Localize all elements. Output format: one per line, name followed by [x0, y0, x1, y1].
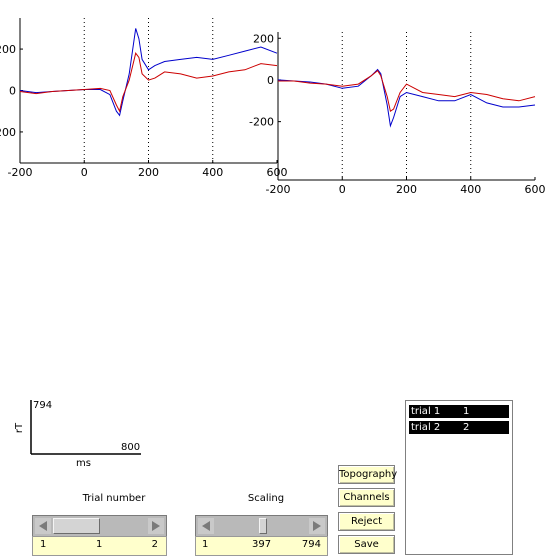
trial-label: trial 2 [411, 422, 441, 433]
y-tick-label: -200 [249, 116, 274, 129]
trial-listbox[interactable]: trial 1 1 trial 2 2 [405, 400, 513, 555]
trial-slider-thumb[interactable] [53, 518, 100, 534]
x-tick-label: 400 [202, 166, 223, 179]
scale-x-value: 800 [121, 442, 141, 453]
scaling-slider-thumb[interactable] [258, 518, 267, 534]
scale-legend: 794 rT 800 ms [14, 400, 142, 469]
trial-slider-value: 1 [96, 539, 103, 550]
y-tick-label: 0 [267, 74, 274, 87]
y-tick-label: 200 [253, 32, 274, 45]
scaling-slider-value: 397 [252, 539, 272, 550]
trial-slider-max: 2 [151, 539, 158, 550]
x-tick-label: 200 [396, 183, 417, 196]
reject-button[interactable]: Reject [338, 512, 395, 531]
trial-slider-values: 1 1 2 [32, 536, 167, 556]
scale-y-value: 794 [33, 400, 53, 411]
scaling-slider[interactable] [195, 515, 328, 537]
x-tick-label: 0 [81, 166, 88, 179]
channels-button[interactable]: Channels [338, 488, 395, 507]
scaling-slider-title: Scaling [247, 493, 285, 504]
slider-right-arrow-icon[interactable] [309, 518, 325, 534]
x-tick-label: 0 [339, 183, 346, 196]
trial-label: trial 1 [411, 406, 441, 417]
scaling-slider-min: 1 [202, 539, 209, 550]
x-tick-label: 600 [267, 166, 288, 179]
scale-x-unit: ms [76, 458, 91, 469]
slider-left-arrow-icon[interactable] [198, 518, 214, 534]
x-tick-label: -200 [8, 166, 33, 179]
y-tick-label: -200 [0, 126, 16, 139]
slider-right-arrow-icon[interactable] [148, 518, 164, 534]
list-item[interactable]: trial 1 1 [409, 405, 509, 418]
x-tick-label: 400 [460, 183, 481, 196]
list-item[interactable]: trial 2 2 [409, 421, 509, 434]
x-tick-label: 200 [138, 166, 159, 179]
scaling-slider-max: 794 [301, 539, 321, 550]
topography-button[interactable]: Topography [338, 465, 397, 484]
trial-number: 1 [463, 406, 470, 417]
trial-slider-title: Trial number [82, 493, 146, 504]
scale-y-unit: rT [14, 422, 26, 434]
x-tick-label: 600 [525, 183, 546, 196]
trial-slider-min: 1 [40, 539, 47, 550]
scaling-slider-values: 1 397 794 [195, 536, 328, 556]
y-tick-label: 200 [0, 43, 16, 56]
y-tick-label: 0 [9, 85, 16, 98]
trial-slider[interactable] [32, 515, 167, 537]
x-tick-label: -200 [266, 183, 291, 196]
trial-number: 2 [463, 422, 470, 433]
erp-trace-line [277, 68, 536, 128]
save-button[interactable]: Save [338, 535, 395, 554]
slider-left-arrow-icon[interactable] [35, 518, 51, 534]
erp-plots-area: -200 0 200 400 600 200 0 -200 -200 0 200 400 600 200 0… [0, 18, 546, 196]
